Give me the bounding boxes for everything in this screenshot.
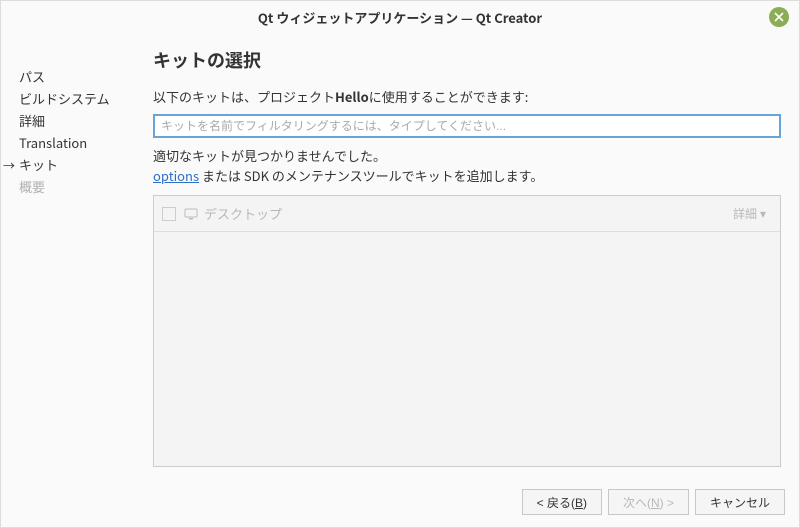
main-panel: キットの選択 以下のキットは、プロジェクトHelloに使用することができます: … — [153, 41, 781, 479]
step-build-system: ビルドシステム — [19, 87, 129, 109]
instruction-text: 以下のキットは、プロジェクトHelloに使用することができます: — [153, 87, 781, 106]
desktop-icon — [184, 208, 198, 220]
step-path: パス — [19, 65, 129, 87]
project-name: Hello — [335, 87, 369, 106]
kit-label: デスクトップ — [204, 204, 727, 223]
kit-checkbox[interactable] — [162, 207, 176, 221]
titlebar: Qt ウィジェットアプリケーション — Qt Creator — [1, 1, 799, 33]
kit-row-desktop: デスクトップ 詳細 ▾ — [154, 196, 780, 232]
kit-detail-button[interactable]: 詳細 ▾ — [727, 202, 772, 225]
dialog-window: Qt ウィジェットアプリケーション — Qt Creator パス ビルドシステ… — [0, 0, 800, 528]
step-detail: 詳細 — [19, 109, 129, 131]
back-button[interactable]: < 戻る(B) — [522, 489, 602, 515]
options-link[interactable]: options — [153, 166, 199, 185]
next-button[interactable]: 次へ(N) > — [608, 489, 689, 515]
chevron-down-icon: ▾ — [760, 207, 766, 221]
kit-filter-input[interactable] — [153, 114, 781, 138]
warning-text: 適切なキットが見つかりませんでした。 options または SDK のメンテナ… — [153, 146, 781, 185]
kit-list: デスクトップ 詳細 ▾ — [153, 195, 781, 467]
footer-buttons: < 戻る(B) 次へ(N) > キャンセル — [1, 479, 799, 527]
wizard-steps: パス ビルドシステム 詳細 Translation → キット 概要 — [19, 41, 129, 479]
content-area: パス ビルドシステム 詳細 Translation → キット 概要 キットの選… — [1, 33, 799, 479]
step-summary: 概要 — [19, 175, 129, 197]
close-icon[interactable] — [769, 7, 789, 27]
step-translation: Translation — [19, 131, 129, 153]
step-kit: → キット — [19, 153, 129, 175]
arrow-right-icon: → — [3, 157, 15, 174]
cancel-button[interactable]: キャンセル — [695, 489, 785, 515]
window-title: Qt ウィジェットアプリケーション — Qt Creator — [258, 8, 542, 27]
page-heading: キットの選択 — [153, 47, 781, 73]
